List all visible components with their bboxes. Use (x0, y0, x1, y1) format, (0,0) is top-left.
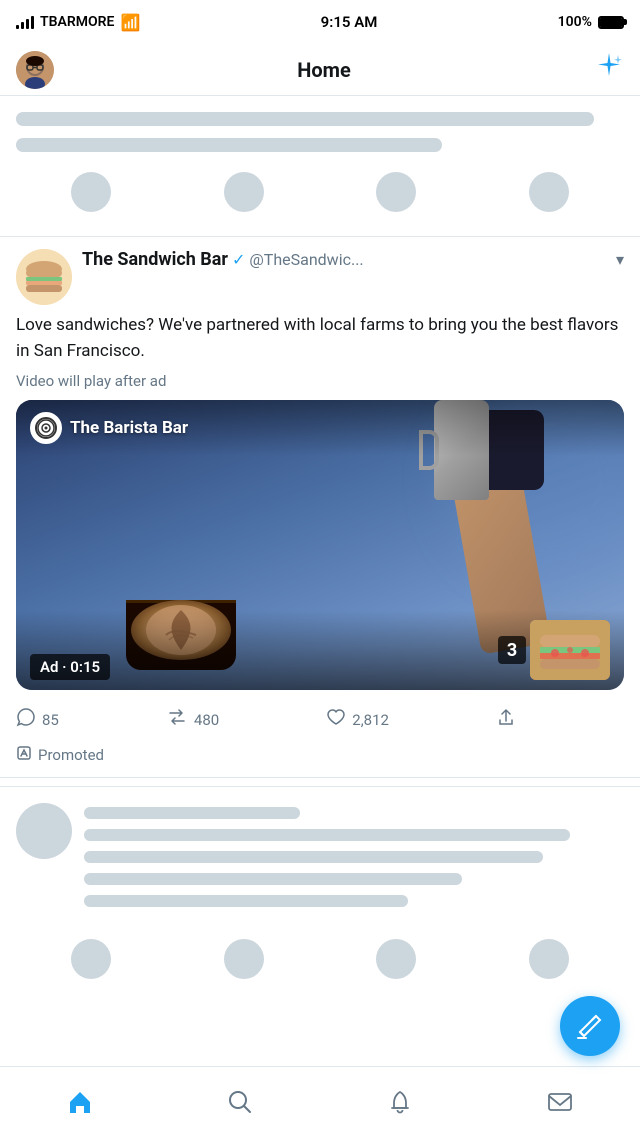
skeleton-circle-b2 (224, 939, 264, 979)
retweet-count: 480 (194, 711, 219, 729)
user-avatar[interactable] (16, 51, 54, 89)
video-container[interactable]: The Barista Bar Ad · 0:15 3 (16, 400, 624, 690)
retweet-action[interactable]: 480 (166, 706, 219, 733)
skeleton-circle-1 (71, 172, 111, 212)
tweet-card: The Sandwich Bar ✓ @TheSandwic... ▾ Love… (0, 236, 640, 778)
video-thumbnails[interactable]: 3 (498, 620, 610, 680)
tweet-account-name: The Sandwich Bar (82, 249, 228, 270)
barista-logo-inner (35, 417, 57, 439)
promoted-section: Promoted (16, 741, 624, 765)
video-count-badge: 3 (498, 636, 526, 664)
battery-percent: 100% (558, 14, 592, 30)
status-left: TBARMORE 📶 (16, 13, 140, 32)
tweet-text: Love sandwiches? We've partnered with lo… (16, 313, 624, 364)
status-right: 100% (558, 14, 624, 30)
skeleton-circle-b3 (376, 939, 416, 979)
skeleton-line-d (84, 873, 462, 885)
video-notice: Video will play after ad (16, 372, 624, 390)
like-icon (326, 707, 346, 732)
skeleton-top (0, 96, 640, 152)
reply-action[interactable]: 85 (16, 707, 59, 732)
retweet-icon (166, 706, 188, 733)
share-action[interactable] (496, 707, 516, 732)
skeleton-circle-b4 (529, 939, 569, 979)
compose-button[interactable] (560, 996, 620, 1056)
video-thumbnail (530, 620, 610, 680)
nav-messages[interactable] (530, 1080, 590, 1124)
promoted-icon (16, 745, 32, 765)
carrier-name: TBARMORE (40, 14, 114, 30)
tweet-handle: @TheSandwic... (249, 250, 363, 269)
video-overlay-bottom: Ad · 0:15 3 (16, 610, 624, 690)
verified-badge: ✓ (232, 250, 245, 269)
skeleton-circles (0, 164, 640, 228)
signal-icon (16, 15, 34, 29)
skeleton-circle-b1 (71, 939, 111, 979)
promoted-label: Promoted (38, 746, 104, 764)
avatar-image (16, 51, 54, 89)
tweet-avatar[interactable] (16, 249, 72, 305)
skeleton-post (0, 786, 640, 923)
nav-home[interactable] (50, 1080, 110, 1124)
magic-button[interactable] (594, 51, 624, 88)
like-count: 2,812 (352, 711, 389, 729)
skeleton-line-2 (16, 138, 442, 152)
nav-search[interactable] (210, 1080, 270, 1124)
skeleton-line-e (84, 895, 408, 907)
skeleton-line-a (84, 807, 300, 819)
reply-icon (16, 707, 36, 732)
share-icon (496, 707, 516, 732)
ad-badge: Ad · 0:15 (30, 654, 110, 680)
skeleton-avatar (16, 803, 72, 859)
skeleton-content (84, 803, 624, 907)
battery-fill (600, 18, 622, 27)
skeleton-circles-bottom (0, 931, 640, 1079)
skeleton-line-c (84, 851, 543, 863)
battery-icon (598, 16, 624, 29)
status-time: 9:15 AM (321, 13, 378, 31)
wifi-icon: 📶 (120, 13, 140, 32)
chevron-down-icon[interactable]: ▾ (616, 250, 624, 269)
status-bar: TBARMORE 📶 9:15 AM 100% (0, 0, 640, 44)
tweet-user-info: The Sandwich Bar ✓ @TheSandwic... ▾ (82, 249, 624, 270)
barista-channel-name: The Barista Bar (70, 418, 188, 438)
nav-notifications[interactable] (370, 1080, 430, 1124)
skeleton-circle-4 (529, 172, 569, 212)
barista-logo (30, 412, 62, 444)
bottom-navigation (0, 1066, 640, 1146)
tweet-header: The Sandwich Bar ✓ @TheSandwic... ▾ (16, 249, 624, 305)
tweet-actions: 85 480 2,812 (16, 702, 516, 741)
page-title: Home (297, 58, 351, 82)
app-header: Home (0, 44, 640, 96)
skeleton-circle-2 (224, 172, 264, 212)
skeleton-line-1 (16, 112, 594, 126)
reply-count: 85 (42, 711, 59, 729)
skeleton-circle-3 (376, 172, 416, 212)
video-overlay-top: The Barista Bar (16, 400, 624, 456)
skeleton-line-b (84, 829, 570, 841)
like-action[interactable]: 2,812 (326, 707, 389, 732)
